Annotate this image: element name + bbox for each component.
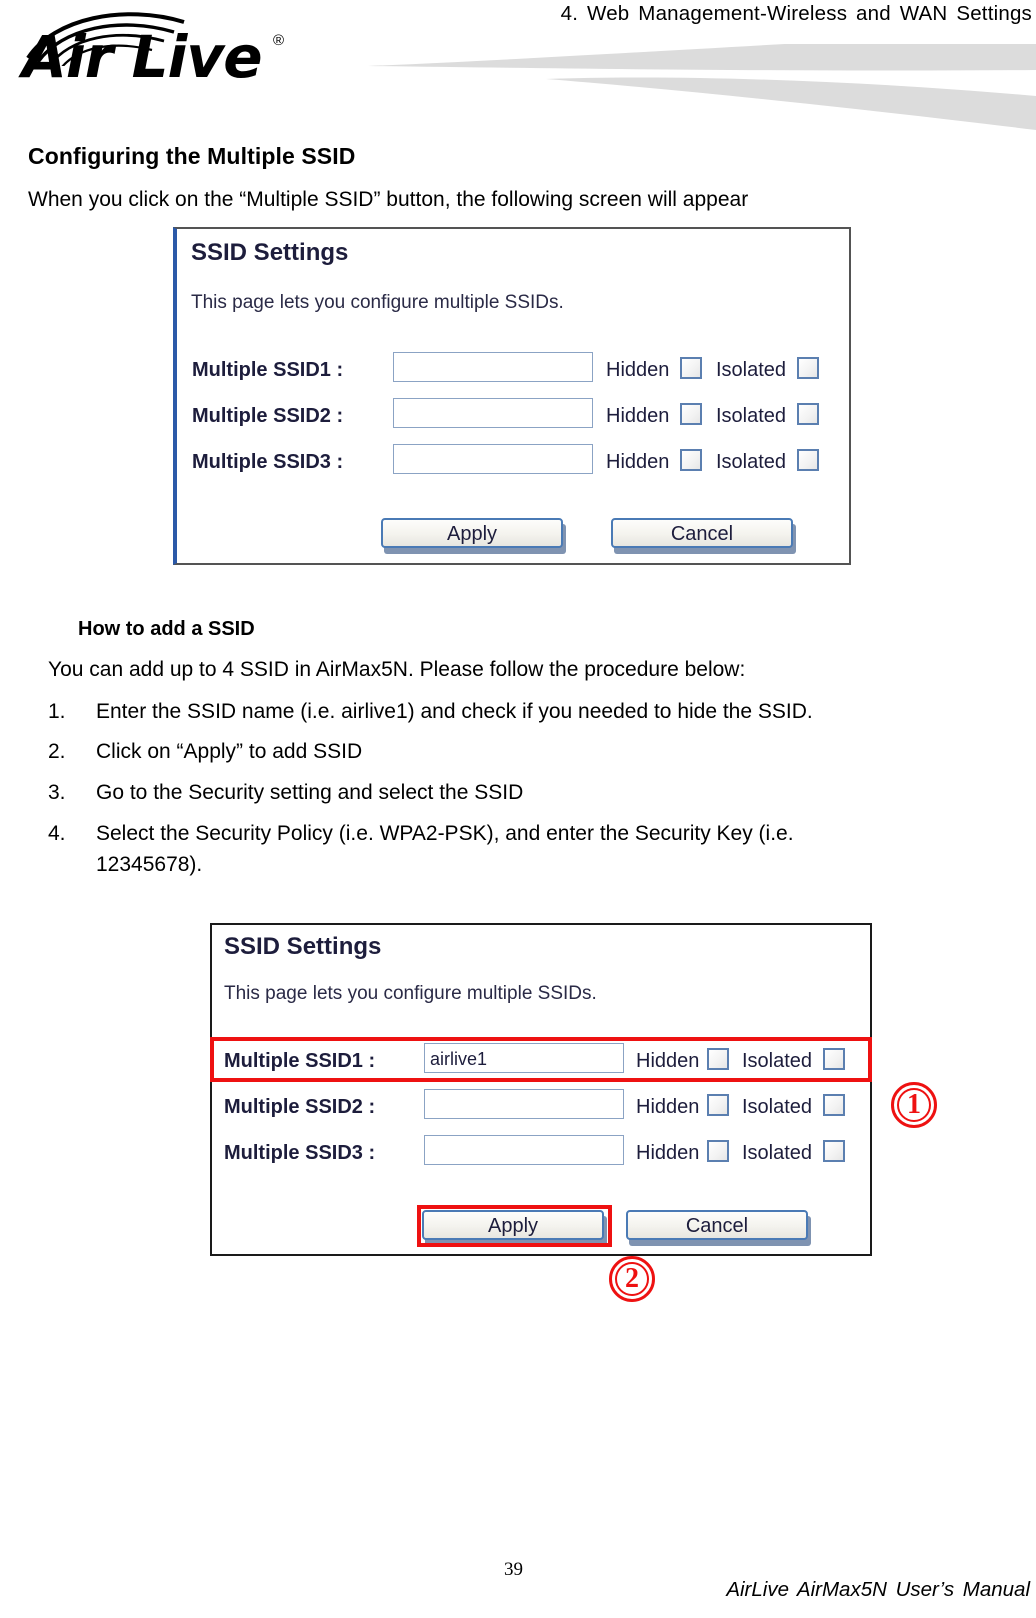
- highlight-ssid1-row: [210, 1037, 872, 1082]
- screenshot1-row3-isolated-label: Isolated: [716, 451, 787, 473]
- screenshot2-description: This page lets you configure multiple SS…: [224, 983, 597, 1004]
- ssid-settings-screenshot-annotated: SSID Settings This page lets you configu…: [210, 923, 872, 1256]
- page-title: Configuring the Multiple SSID: [28, 143, 356, 169]
- screenshot2-row3-hidden-label: Hidden: [636, 1142, 700, 1164]
- page-header: 4. Web Management-Wireless and WAN Setti…: [0, 0, 1036, 140]
- screenshot1-row1-label: Multiple SSID1 :: [192, 359, 344, 381]
- screenshot2-ssid2-input[interactable]: [424, 1089, 624, 1119]
- screenshot2-title: SSID Settings: [224, 933, 382, 960]
- step-1-number: 1.: [48, 700, 66, 723]
- screenshot1-row2-isolated-checkbox[interactable]: [797, 403, 819, 425]
- step-4-number: 4.: [48, 822, 66, 845]
- howto-lead-paragraph: You can add up to 4 SSID in AirMax5N. Pl…: [48, 658, 746, 681]
- step-3-number: 3.: [48, 781, 66, 804]
- screenshot1-ssid2-input[interactable]: [393, 398, 593, 428]
- annotation-marker-2-digit: 2: [625, 1263, 639, 1294]
- screenshot1-description: This page lets you configure multiple SS…: [191, 292, 564, 313]
- footer-manual-title: AirLive AirMax5N User’s Manual: [726, 1578, 1030, 1601]
- screenshot1-ssid3-input[interactable]: [393, 444, 593, 474]
- screenshot1-ssid1-input[interactable]: [393, 352, 593, 382]
- screenshot1-row3-label: Multiple SSID3 :: [192, 451, 344, 473]
- screenshot1-row1-hidden-checkbox[interactable]: [680, 357, 702, 379]
- annotation-marker-1-digit: 1: [907, 1089, 921, 1120]
- step-2-number: 2.: [48, 740, 66, 763]
- registered-trademark-icon: ®: [273, 32, 285, 49]
- step-4-text: Select the Security Policy (i.e. WPA2-PS…: [96, 822, 794, 845]
- logo-wordmark: Air Live: [22, 23, 263, 91]
- screenshot2-row3-isolated-checkbox[interactable]: [823, 1140, 845, 1162]
- chapter-heading: 4. Web Management-Wireless and WAN Setti…: [560, 2, 1032, 25]
- step-4-text-line2: 12345678).: [96, 853, 203, 876]
- screenshot2-cancel-button[interactable]: Cancel: [626, 1210, 808, 1240]
- screenshot1-cancel-button[interactable]: Cancel: [611, 518, 793, 548]
- screenshot2-row2-isolated-checkbox[interactable]: [823, 1094, 845, 1116]
- ssid-settings-screenshot-blank: SSID Settings This page lets you configu…: [173, 227, 851, 565]
- step-1-text: Enter the SSID name (i.e. airlive1) and …: [96, 700, 813, 723]
- airlive-logo: Air Live ®: [18, 6, 308, 98]
- screenshot2-row3-hidden-checkbox[interactable]: [707, 1140, 729, 1162]
- screenshot2-ssid3-input[interactable]: [424, 1135, 624, 1165]
- screenshot1-row2-hidden-checkbox[interactable]: [680, 403, 702, 425]
- step-2-text: Click on “Apply” to add SSID: [96, 740, 363, 763]
- screenshot2-row2-hidden-checkbox[interactable]: [707, 1094, 729, 1116]
- howto-heading: How to add a SSID: [78, 618, 255, 640]
- screenshot1-row1-isolated-label: Isolated: [716, 359, 787, 381]
- screenshot1-row2-isolated-label: Isolated: [716, 405, 787, 427]
- intro-paragraph: When you click on the “Multiple SSID” bu…: [28, 188, 749, 211]
- screenshot1-row3-isolated-checkbox[interactable]: [797, 449, 819, 471]
- screenshot1-row2-hidden-label: Hidden: [606, 405, 670, 427]
- screenshot2-row3-label: Multiple SSID3 :: [224, 1142, 376, 1164]
- step-3-text: Go to the Security setting and select th…: [96, 781, 524, 804]
- screenshot1-row1-hidden-label: Hidden: [606, 359, 670, 381]
- screenshot1-row2-label: Multiple SSID2 :: [192, 405, 344, 427]
- screenshot1-row1-isolated-checkbox[interactable]: [797, 357, 819, 379]
- screenshot1-row3-hidden-checkbox[interactable]: [680, 449, 702, 471]
- annotation-marker-2: 2: [609, 1256, 655, 1302]
- screenshot2-row3-isolated-label: Isolated: [742, 1142, 813, 1164]
- screenshot2-row2-label: Multiple SSID2 :: [224, 1096, 376, 1118]
- screenshot1-title: SSID Settings: [191, 239, 349, 266]
- highlight-apply-button: [417, 1205, 612, 1247]
- page-number: 39: [504, 1559, 523, 1580]
- screenshot1-apply-button[interactable]: Apply: [381, 518, 563, 548]
- annotation-marker-1: 1: [891, 1082, 937, 1128]
- swoosh-graphic: [368, 44, 1036, 130]
- screenshot2-row2-hidden-label: Hidden: [636, 1096, 700, 1118]
- screenshot2-row2-isolated-label: Isolated: [742, 1096, 813, 1118]
- screenshot1-row3-hidden-label: Hidden: [606, 451, 670, 473]
